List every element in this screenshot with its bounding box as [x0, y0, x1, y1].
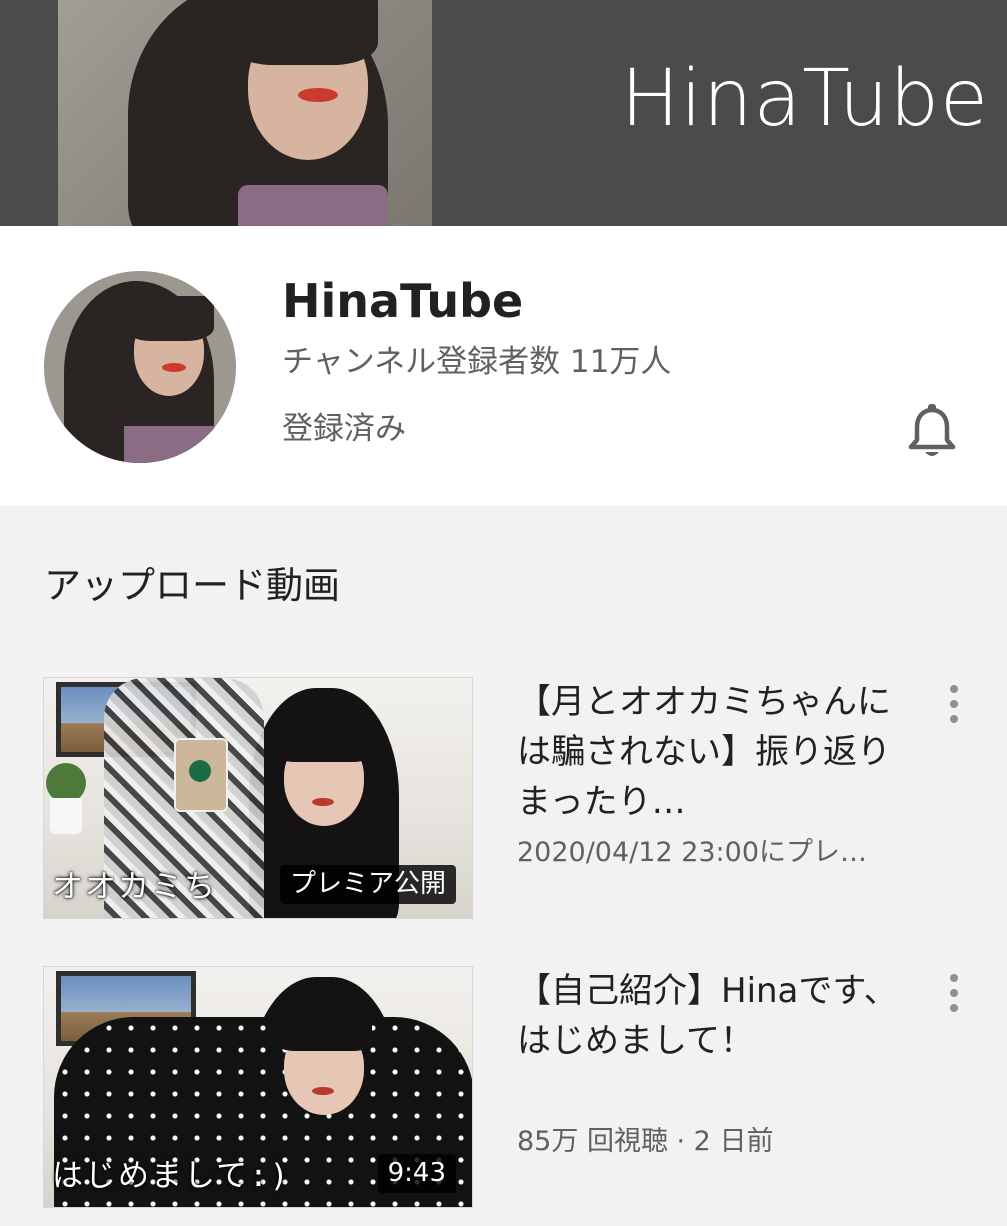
uploads-section-title: アップロード動画: [44, 564, 340, 607]
duration-badge: 9:43: [377, 1153, 456, 1193]
channel-name: HinaTube: [282, 274, 524, 328]
bell-icon[interactable]: [906, 404, 958, 460]
video-item[interactable]: はじめまして:) 9:43 【自己紹介】Hinaです、はじめまして！ 85万 回…: [0, 966, 1007, 1226]
video-thumbnail[interactable]: はじめまして:) 9:43: [43, 966, 473, 1208]
banner-photo: [58, 0, 432, 226]
subscriber-count: チャンネル登録者数 11万人: [282, 344, 672, 380]
more-vert-icon[interactable]: [944, 685, 964, 723]
thumbnail-caption: オオカミち: [52, 868, 217, 905]
premiere-badge: プレミア公開: [279, 864, 456, 904]
thumbnail-caption: はじめまして:): [52, 1157, 291, 1194]
video-meta: 2020/04/12 23:00にプレ…: [517, 837, 868, 868]
video-meta: 85万 回視聴 · 2 日前: [517, 1126, 774, 1157]
channel-header: HinaTube チャンネル登録者数 11万人 登録済み: [0, 226, 1007, 506]
video-thumbnail[interactable]: オオカミち プレミア公開: [43, 677, 473, 919]
channel-banner: HinaTube: [0, 0, 1007, 226]
channel-avatar[interactable]: [44, 271, 236, 463]
banner-title: HinaTube: [620, 54, 989, 144]
video-title[interactable]: 【自己紹介】Hinaです、はじめまして！: [517, 966, 917, 1066]
more-vert-icon[interactable]: [944, 974, 964, 1012]
video-title[interactable]: 【月とオオカミちゃんには騙されない】振り返りまったり…: [517, 677, 917, 827]
subscribed-button[interactable]: 登録済み: [282, 411, 406, 448]
video-item[interactable]: オオカミち プレミア公開 【月とオオカミちゃんには騙されない】振り返りまったり……: [0, 677, 1007, 937]
